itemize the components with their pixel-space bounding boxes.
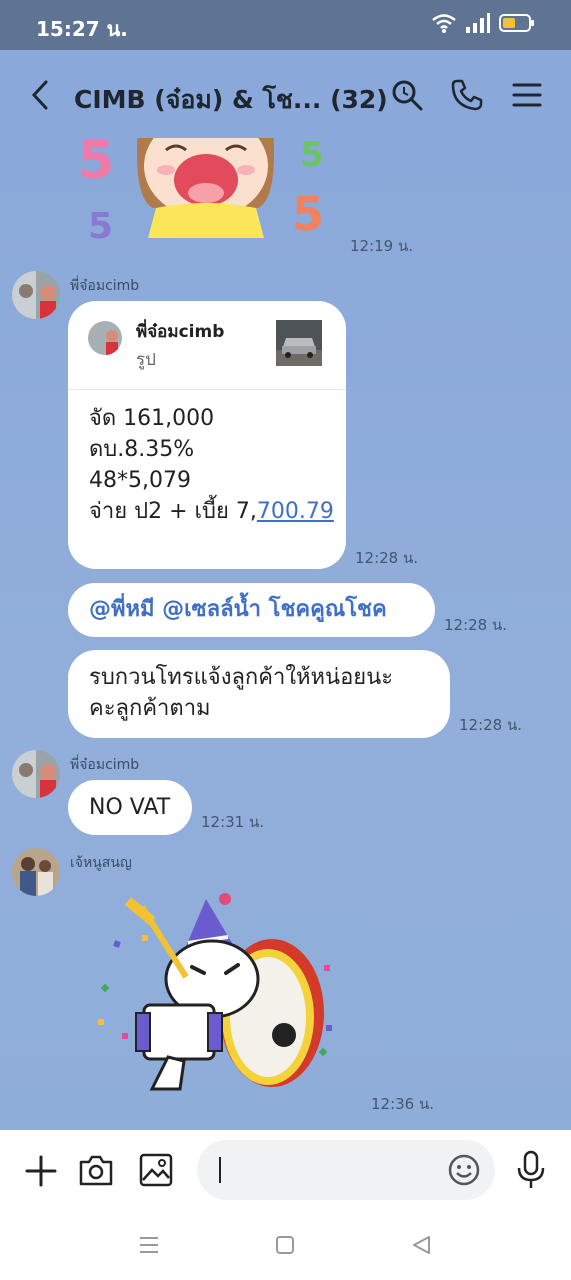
message-time: 12:19 น.	[350, 237, 414, 255]
image-icon[interactable]	[138, 1152, 174, 1188]
home-icon[interactable]	[274, 1234, 296, 1256]
plus-icon[interactable]	[24, 1154, 58, 1188]
phone-icon[interactable]	[450, 78, 484, 112]
message-time: 12:36 น.	[371, 1095, 435, 1113]
reply-thumbnail-image	[276, 320, 322, 366]
reply-type: รูป	[136, 350, 156, 370]
svg-text:5: 5	[78, 138, 114, 191]
message-bubble[interactable]: @พี่หมี @เซลล์น้ำ โชคคูณโชค	[68, 583, 435, 637]
svg-text:5: 5	[88, 206, 113, 243]
message-input[interactable]	[197, 1140, 495, 1200]
reply-preview[interactable]: พี่จ๋อมcimb รูป	[68, 301, 346, 390]
message-line: จ่าย ป2 + เบี้ย 7,700.79	[89, 496, 334, 527]
back-arrow-icon[interactable]	[26, 78, 56, 112]
chat-area[interactable]: 5 5 5 5 12:19 น. พี่จ๋อมcimb พี่จ๋อมcimb…	[0, 138, 571, 1130]
status-time: 15:27 น.	[36, 17, 128, 41]
message-input-bar	[0, 1130, 571, 1210]
message-bubble[interactable]: พี่จ๋อมcimb รูป จัด 161,000 ดบ.8.35% 48*…	[68, 301, 346, 569]
chat-header: CIMB (จ๋อม) & โช... (32)	[0, 50, 571, 138]
mention-text[interactable]: @พี่หมี @เซลล์น้ำ โชคคูณโชค	[89, 594, 387, 625]
microphone-icon[interactable]	[515, 1150, 547, 1190]
sender-name: พี่จ๋อมcimb	[70, 278, 140, 294]
message-text: รบกวนโทรแจ้งลูกค้าให้หน่อยนะ คะลูกค้าตาม	[89, 662, 393, 724]
menu-icon[interactable]	[510, 78, 544, 112]
emoji-icon[interactable]	[447, 1153, 481, 1187]
recent-apps-icon[interactable]	[138, 1234, 160, 1256]
svg-text:5: 5	[300, 138, 324, 175]
camera-icon[interactable]	[78, 1152, 114, 1188]
message-time: 12:28 น.	[444, 616, 508, 634]
message-line: รบกวนโทรแจ้งลูกค้าให้หน่อยนะ	[89, 665, 394, 690]
wifi-icon	[432, 14, 456, 33]
text-caret	[219, 1157, 221, 1183]
signal-icon	[466, 13, 490, 33]
message-line: จัด 161,000	[89, 406, 215, 431]
reply-avatar	[88, 321, 122, 355]
back-nav-icon[interactable]	[410, 1234, 432, 1256]
message-text: จัด 161,000 ดบ.8.35% 48*5,079 จ่าย ป2 + …	[89, 403, 334, 527]
avatar[interactable]	[12, 848, 60, 896]
message-time: 12:28 น.	[459, 716, 523, 734]
avatar[interactable]	[12, 750, 60, 798]
chat-title[interactable]: CIMB (จ๋อม) & โช... (32)	[74, 80, 388, 120]
message-time: 12:31 น.	[201, 813, 265, 831]
sender-name: เจ้หนูสนญ	[70, 855, 132, 871]
message-line: ดบ.8.35%	[89, 437, 195, 462]
reply-sender-name: พี่จ๋อมcimb	[136, 322, 225, 342]
message-line: 48*5,079	[89, 468, 191, 493]
status-bar: 15:27 น.	[0, 0, 571, 50]
message-line: คะลูกค้าตาม	[89, 696, 211, 721]
sticker-party-band[interactable]	[88, 893, 344, 1093]
phone-number-link[interactable]: 700.79	[257, 499, 334, 524]
status-icons	[431, 12, 535, 34]
message-time: 12:28 น.	[355, 549, 419, 567]
search-icon[interactable]	[390, 78, 424, 112]
message-bubble[interactable]: รบกวนโทรแจ้งลูกค้าให้หน่อยนะ คะลูกค้าตาม	[68, 650, 450, 738]
message-line-text: จ่าย ป2 + เบี้ย 7,	[89, 499, 257, 524]
avatar[interactable]	[12, 271, 60, 319]
system-navigation-bar	[0, 1210, 571, 1280]
message-text: NO VAT	[89, 795, 171, 820]
svg-text:5: 5	[292, 187, 324, 241]
battery-icon	[499, 14, 534, 32]
message-bubble[interactable]: NO VAT	[68, 780, 192, 835]
sticker-laughing-girl[interactable]: 5 5 5 5	[78, 138, 338, 243]
sender-name: พี่จ๋อมcimb	[70, 757, 140, 773]
